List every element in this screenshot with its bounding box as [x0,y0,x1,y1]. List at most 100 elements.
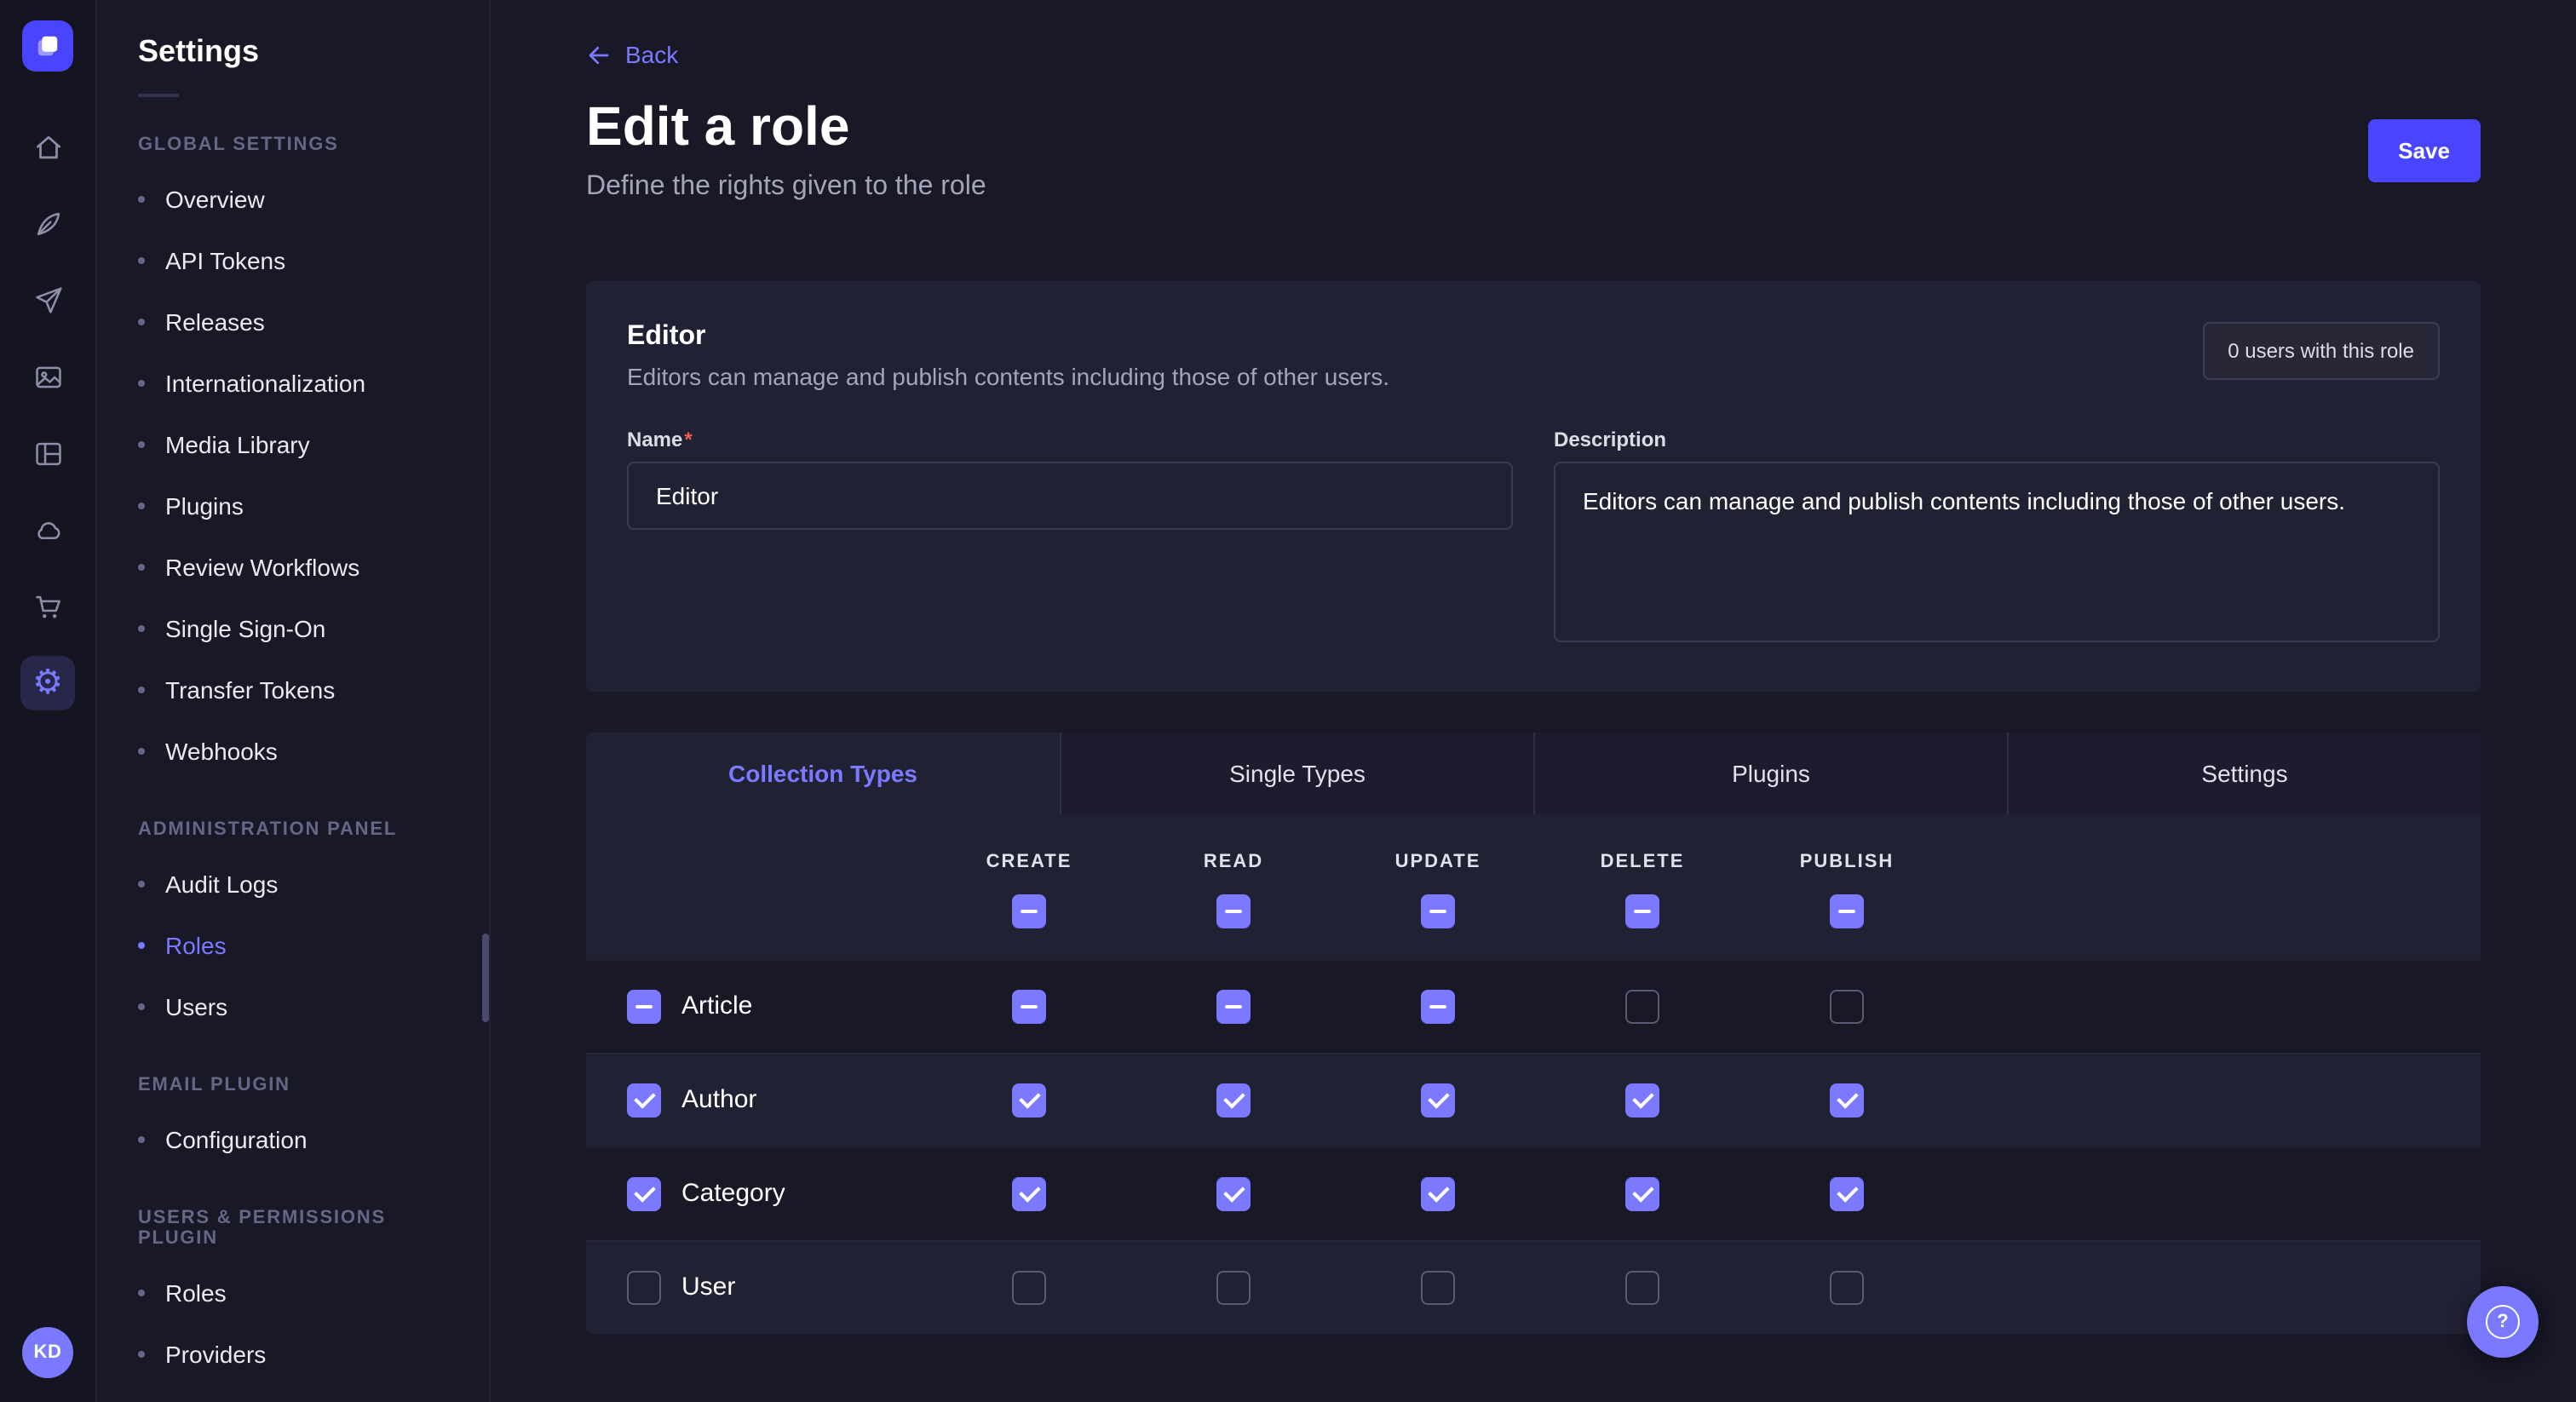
table-row-author: Author [586,1053,2481,1146]
author-delete-checkbox[interactable] [1625,1083,1659,1118]
sidebar-item-internationalization[interactable]: Internationalization [97,353,489,414]
sidebar-item-webhooks[interactable]: Webhooks [97,721,489,782]
users-count-badge[interactable]: 0 users with this role [2202,322,2440,380]
bullet-icon [138,257,145,264]
required-asterisk: * [684,428,692,451]
user-avatar[interactable]: KD [22,1327,73,1378]
bullet-icon [138,942,145,949]
sidebar-item-releases[interactable]: Releases [97,291,489,353]
back-link[interactable]: Back [586,41,678,68]
select-all-read-checkbox[interactable] [1216,894,1251,928]
sidebar-item-audit-logs[interactable]: Audit Logs [97,853,489,915]
table-row-category: Category [586,1146,2481,1240]
category-delete-checkbox[interactable] [1625,1177,1659,1211]
row-checkbox-author[interactable] [627,1083,661,1118]
row-checkbox-category[interactable] [627,1177,661,1211]
author-read-checkbox[interactable] [1216,1083,1251,1118]
content-type-builder-icon[interactable] [20,426,75,480]
author-update-checkbox[interactable] [1421,1083,1455,1118]
bullet-icon [138,380,145,387]
sidebar-item-media-library[interactable]: Media Library [97,414,489,475]
page-title: Edit a role [586,95,986,158]
category-publish-checkbox[interactable] [1830,1177,1864,1211]
user-read-checkbox[interactable] [1216,1271,1251,1305]
cloud-icon[interactable] [20,503,75,557]
page-header: Edit a role Define the rights given to t… [586,95,2481,203]
description-field-label: Description [1554,428,2440,451]
content-manager-icon[interactable] [20,196,75,250]
select-all-update-checkbox[interactable] [1421,894,1455,928]
sidebar-item-providers[interactable]: Providers [97,1324,489,1385]
article-update-checkbox[interactable] [1421,990,1455,1024]
column-read: READ [1204,852,1263,872]
sidebar-item-api-tokens[interactable]: API Tokens [97,230,489,291]
user-delete-checkbox[interactable] [1625,1271,1659,1305]
user-publish-checkbox[interactable] [1830,1271,1864,1305]
bullet-icon [138,1351,145,1358]
article-publish-checkbox[interactable] [1830,990,1864,1024]
settings-icon[interactable]: ⚙ [20,656,75,710]
section-email-plugin: EMAIL PLUGIN [97,1075,489,1095]
name-input[interactable] [627,462,1513,530]
select-all-create-checkbox[interactable] [1012,894,1046,928]
deploy-icon[interactable] [20,273,75,327]
article-delete-checkbox[interactable] [1625,990,1659,1024]
category-create-checkbox[interactable] [1012,1177,1046,1211]
role-details-card: Editor Editors can manage and publish co… [586,281,2481,692]
select-all-delete-checkbox[interactable] [1625,894,1659,928]
category-update-checkbox[interactable] [1421,1177,1455,1211]
row-checkbox-article[interactable] [627,990,661,1024]
role-summary: Editors can manage and publish contents … [627,363,1389,390]
sidebar-item-overview[interactable]: Overview [97,169,489,230]
sidebar-title: Settings [97,34,489,70]
sidebar-item-transfer-tokens[interactable]: Transfer Tokens [97,659,489,721]
sidebar-item-plugins[interactable]: Plugins [97,475,489,537]
user-create-checkbox[interactable] [1012,1271,1046,1305]
marketplace-icon[interactable] [20,579,75,634]
section-users-permissions-plugin: USERS & PERMISSIONS PLUGIN [97,1208,489,1249]
section-administration-panel: ADMINISTRATION PANEL [97,819,489,840]
sidebar-item-roles-admin[interactable]: Roles [97,915,489,976]
sidebar-item-users[interactable]: Users [97,976,489,1037]
row-checkbox-user[interactable] [627,1271,661,1305]
category-read-checkbox[interactable] [1216,1177,1251,1211]
user-update-checkbox[interactable] [1421,1271,1455,1305]
page-subtitle: Define the rights given to the role [586,172,986,203]
sidebar-item-configuration[interactable]: Configuration [97,1109,489,1170]
description-textarea[interactable]: Editors can manage and publish contents … [1554,462,2440,642]
column-publish: PUBLISH [1800,852,1895,872]
select-all-publish-checkbox[interactable] [1830,894,1864,928]
sidebar-item-roles-up[interactable]: Roles [97,1262,489,1324]
tab-settings[interactable]: Settings [2007,733,2481,814]
article-create-checkbox[interactable] [1012,990,1046,1024]
row-label: Category [681,1180,785,1209]
bullet-icon [138,1003,145,1010]
save-button[interactable]: Save [2367,119,2481,182]
row-label: User [681,1273,735,1302]
tab-single-types[interactable]: Single Types [1060,733,1533,814]
sidebar-item-review-workflows[interactable]: Review Workflows [97,537,489,598]
home-icon[interactable] [20,119,75,174]
author-create-checkbox[interactable] [1012,1083,1046,1118]
row-label: Article [681,992,752,1021]
bullet-icon [138,319,145,325]
help-button[interactable]: ? [2467,1286,2539,1358]
permissions-card: Collection Types Single Types Plugins Se… [586,733,2481,1334]
column-create: CREATE [986,852,1072,872]
column-delete: DELETE [1601,852,1685,872]
media-library-icon[interactable] [20,349,75,404]
main-content: Back Edit a role Define the rights given… [491,0,2576,1402]
table-row-article: Article [586,959,2481,1053]
sidebar-scrollbar[interactable] [482,934,489,1022]
tab-plugins[interactable]: Plugins [1533,733,2007,814]
tab-collection-types[interactable]: Collection Types [586,733,1060,814]
article-read-checkbox[interactable] [1216,990,1251,1024]
bullet-icon [138,441,145,448]
author-publish-checkbox[interactable] [1830,1083,1864,1118]
bullet-icon [138,564,145,571]
table-row-user: User [586,1240,2481,1334]
strapi-logo[interactable] [22,20,73,72]
bullet-icon [138,503,145,509]
sidebar-item-single-sign-on[interactable]: Single Sign-On [97,598,489,659]
back-arrow-icon [586,42,612,67]
